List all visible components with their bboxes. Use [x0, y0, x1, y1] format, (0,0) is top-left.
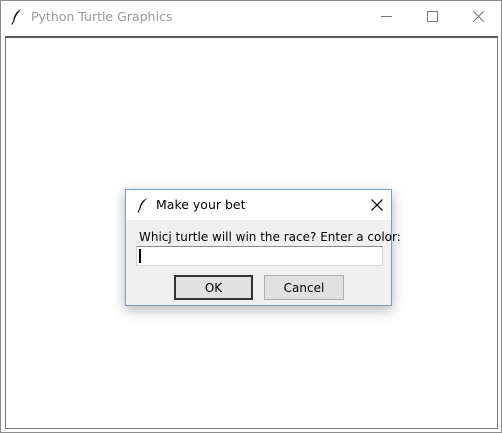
minimize-button[interactable]	[363, 1, 409, 32]
close-icon	[472, 11, 484, 22]
dialog-title: Make your bet	[156, 197, 246, 212]
dialog-titlebar[interactable]: Make your bet	[126, 190, 391, 220]
text-caret	[139, 249, 141, 263]
feather-icon	[11, 9, 22, 25]
color-input[interactable]	[136, 246, 383, 266]
maximize-icon	[426, 11, 438, 22]
prompt-label: Whicj turtle will win the race? Enter a …	[139, 230, 401, 244]
close-icon	[371, 199, 383, 211]
ok-button[interactable]: OK	[174, 275, 253, 300]
minimize-icon	[380, 16, 392, 17]
feather-icon	[137, 198, 148, 213]
dialog-close-button[interactable]	[363, 190, 391, 220]
window-titlebar[interactable]: Python Turtle Graphics	[1, 1, 501, 32]
maximize-button[interactable]	[409, 1, 455, 32]
close-button[interactable]	[455, 1, 501, 32]
bet-dialog: Make your bet Whicj turtle will win the …	[125, 189, 401, 306]
cancel-button[interactable]: Cancel	[264, 275, 344, 300]
window-title: Python Turtle Graphics	[31, 9, 173, 24]
